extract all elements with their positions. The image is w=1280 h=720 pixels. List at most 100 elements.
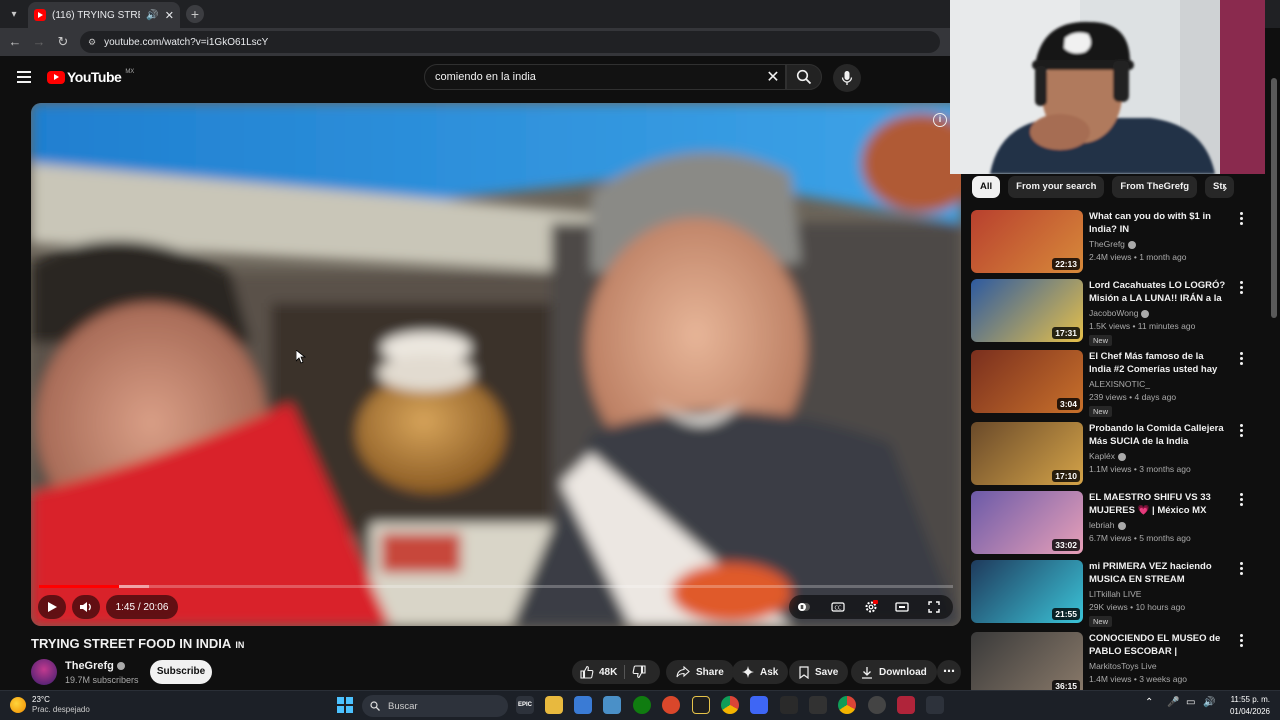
menu-icon[interactable] [17,71,31,83]
recommendation-item[interactable]: 3:04 El Chef Más famoso de la India #2 Co… [971,350,1261,417]
xbox-icon[interactable] [633,696,651,714]
video-player[interactable]: i 1:45 / 20:06 CC [31,103,961,626]
volume-button[interactable] [72,595,100,619]
streaming-app-icon[interactable] [897,696,915,714]
video-thumbnail[interactable]: 17:10 [971,422,1083,485]
tab-search-icon[interactable]: ▾ [4,4,24,24]
recommendation-title[interactable]: mi PRIMERA VEZ haciendo MUSICA EN STREAM [1089,560,1227,586]
speaker-icon[interactable]: 🔊 [146,10,158,21]
davinci-resolve-icon[interactable] [809,696,827,714]
recommendation-title[interactable]: CONOCIENDO EL MUSEO de PABLO ESCOBAR | M… [1089,632,1227,658]
video-thumbnail[interactable]: 33:02 [971,491,1083,554]
recommendation-channel[interactable]: lebriah [1089,520,1126,530]
browser-tab[interactable]: (116) TRYING STREET FOOD 🔊 ✕ [28,2,180,28]
reload-icon[interactable]: ↻ [54,33,72,51]
recommendation-item[interactable]: 21:55 mi PRIMERA VEZ haciendo MUSICA EN S… [971,560,1261,627]
recommendation-item[interactable]: 17:31 Lord Cacahuates LO LOGRÓ? Misión a … [971,279,1261,346]
ask-button[interactable]: Ask [732,660,789,684]
weather-widget[interactable]: 23°C Prac. despejado [10,695,90,715]
channel-name[interactable]: TheGrefg [65,660,125,672]
info-icon[interactable]: i [933,113,947,127]
epic-games-icon[interactable]: EPIC [516,696,534,714]
chevron-right-icon[interactable]: › [1216,178,1234,196]
z-app-icon[interactable] [692,696,710,714]
more-options-icon[interactable] [1237,424,1245,438]
download-button[interactable]: Download [851,660,937,684]
recommendation-item[interactable]: 36:15 CONOCIENDO EL MUSEO de PABLO ESCOBA… [971,632,1261,690]
new-tab-button[interactable]: + [186,5,204,23]
app-icon[interactable] [926,696,944,714]
theater-mode-icon[interactable] [895,600,909,614]
more-options-icon[interactable] [1237,281,1245,295]
chrome-profile-icon[interactable] [838,696,856,714]
settings-gear-icon[interactable] [864,600,878,614]
recommendation-item[interactable]: 22:13 What can you do with $1 in India? I… [971,210,1261,276]
recommendation-item[interactable]: 17:10 Probando la Comida Callejera Más SU… [971,422,1261,488]
video-thumbnail[interactable]: 3:04 [971,350,1083,413]
recommendation-channel[interactable]: MarkitosToys Live [1089,661,1157,671]
store-icon[interactable] [574,696,592,714]
remote-desktop-icon[interactable] [603,696,621,714]
network-icon[interactable]: ▭ [1186,697,1195,708]
search-button[interactable] [786,64,822,90]
video-thumbnail[interactable]: 22:13 [971,210,1083,273]
recommendation-channel[interactable]: LITkillah LIVE [1089,589,1141,599]
chip-all[interactable]: All [972,176,1001,198]
obs-icon[interactable] [868,696,886,714]
more-options-icon[interactable] [1237,562,1245,576]
play-button[interactable] [38,595,66,619]
voice-search-button[interactable] [833,64,861,92]
windows-start-icon[interactable] [337,697,353,713]
recommendation-title[interactable]: El Chef Más famoso de la India #2 Comerí… [1089,350,1227,376]
recommendation-channel[interactable]: Kapléx [1089,451,1126,461]
fullscreen-icon[interactable] [927,600,941,614]
youtube-logo[interactable]: YouTube MX [47,69,134,85]
discord-icon[interactable] [750,696,768,714]
clear-search-icon[interactable]: ✕ [761,67,785,87]
recommendation-channel[interactable]: TheGrefg [1089,239,1136,249]
video-thumbnail[interactable]: 36:15 [971,632,1083,690]
microphone-tray-icon[interactable]: 🎤 [1167,697,1179,708]
chevron-up-icon[interactable]: ⌃ [1145,697,1153,708]
recommendation-title[interactable]: Lord Cacahuates LO LOGRÓ? Misión a LA LU… [1089,279,1227,305]
address-bar[interactable]: ⚙ youtube.com/watch?v=i1GkO61LscY [80,31,940,53]
channel-avatar[interactable] [31,659,57,685]
game-launcher-icon[interactable] [662,696,680,714]
captions-icon[interactable]: CC [831,600,845,614]
share-button[interactable]: Share [666,660,734,684]
file-explorer-icon[interactable] [545,696,563,714]
taskbar-search[interactable]: Buscar [362,695,508,717]
recommendation-channel[interactable]: ALEXISNOTIC_ [1089,379,1150,389]
forward-arrow-icon[interactable]: → [30,33,48,51]
video-thumbnail[interactable]: 21:55 [971,560,1083,623]
page-scrollbar[interactable] [1268,56,1280,690]
recommendation-item[interactable]: 33:02 EL MAESTRO SHIFU VS 33 MUJERES 💗 | … [971,491,1261,557]
recommendation-channel[interactable]: JacoboWong [1089,308,1150,318]
subscribe-button[interactable]: Subscribe [150,660,212,684]
back-arrow-icon[interactable]: ← [6,33,24,51]
search-input[interactable]: comiendo en la india ✕ [424,64,786,90]
thumbs-down-icon[interactable] [632,665,646,679]
close-tab-icon[interactable]: ✕ [165,9,174,22]
more-actions-button[interactable]: ⋯ [937,660,961,684]
more-options-icon[interactable] [1237,352,1245,366]
more-options-icon[interactable] [1237,634,1245,648]
chrome-icon[interactable] [721,696,739,714]
recommendation-title[interactable]: Probando la Comida Callejera Más SUCIA d… [1089,422,1227,448]
save-button[interactable]: Save [789,660,849,684]
recommendation-title[interactable]: What can you do with $1 in India? IN [1089,210,1227,236]
progress-bar[interactable] [39,585,953,588]
scrollbar-thumb[interactable] [1271,78,1277,318]
video-thumbnail[interactable]: 17:31 [971,279,1083,342]
chip-from-thegrefg[interactable]: From TheGrefg [1112,176,1198,198]
like-button[interactable]: 48K [572,660,624,684]
more-options-icon[interactable] [1237,493,1245,507]
autoplay-toggle-icon[interactable] [797,600,811,614]
taskbar-clock[interactable]: 11:55 p. m. 01/04/2026 [1222,694,1270,718]
chip-from-your-search[interactable]: From your search [1008,176,1105,198]
volume-tray-icon[interactable]: 🔊 [1203,697,1215,708]
recommendation-title[interactable]: EL MAESTRO SHIFU VS 33 MUJERES 💗 | Méxic… [1089,491,1227,517]
site-info-icon[interactable]: ⚙ [88,37,96,48]
capcut-icon[interactable] [780,696,798,714]
more-options-icon[interactable] [1237,212,1245,226]
